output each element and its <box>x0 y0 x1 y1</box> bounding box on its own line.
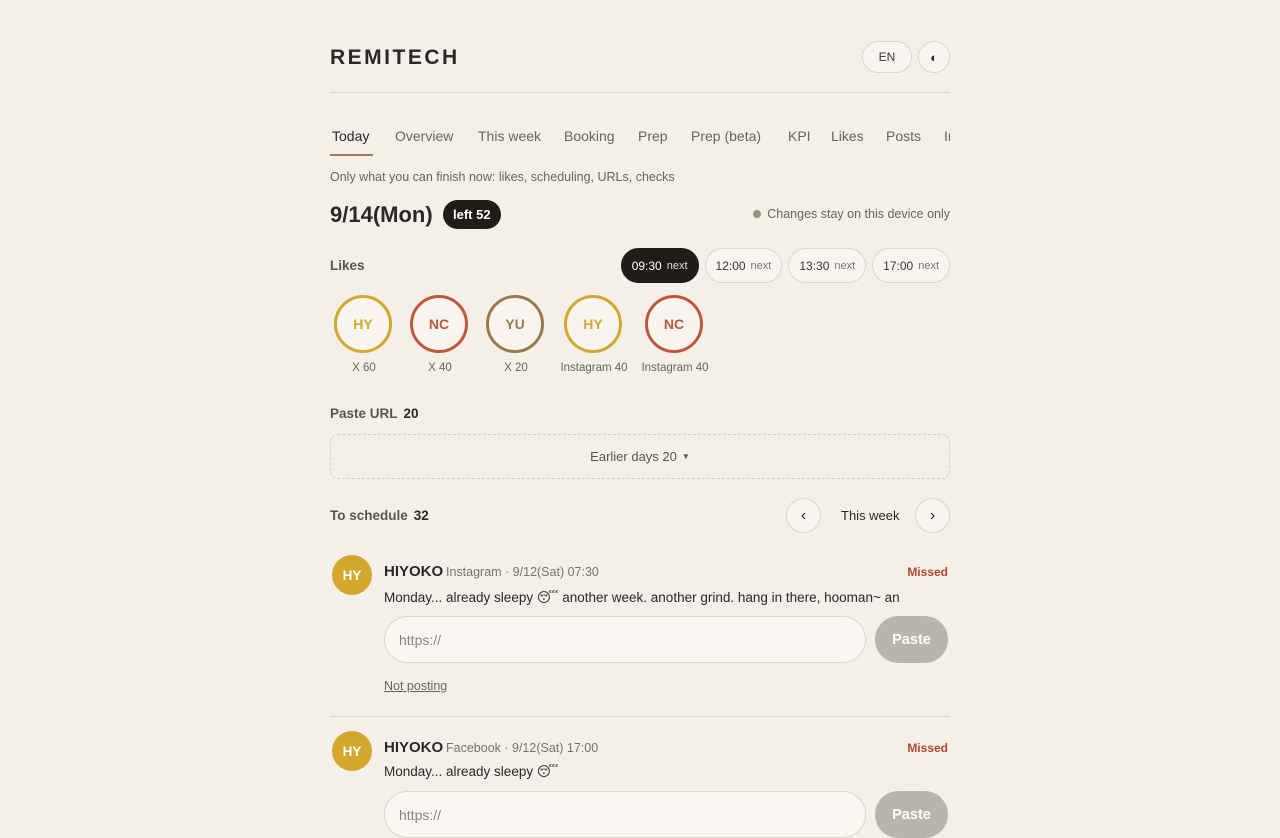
time-slot-tag: next <box>918 259 939 272</box>
post-meta: Instagram · 9/12(Sat) 07:30 <box>446 565 599 579</box>
tab-likes[interactable]: Likes <box>831 128 864 144</box>
paste-button[interactable]: Paste <box>875 791 948 838</box>
schedule-label: To schedule <box>330 508 408 523</box>
time-slot-tag: next <box>666 259 688 272</box>
device-note: Changes stay on this device only <box>753 207 950 221</box>
account-caption: X 20 <box>504 362 528 374</box>
chevron-left-icon: ‹ <box>800 506 807 524</box>
account-ring: HY <box>564 295 622 353</box>
prev-week-button[interactable]: ‹ <box>786 498 821 533</box>
account-ring: NC <box>410 295 468 353</box>
url-input[interactable] <box>384 791 866 838</box>
earlier-days-label: Earlier days 20 <box>590 449 677 464</box>
week-label: This week <box>841 508 900 523</box>
status-badge: Missed <box>907 741 948 755</box>
tab-overview[interactable]: Overview <box>395 128 453 144</box>
earlier-days-toggle[interactable]: Earlier days 20 ▼ <box>330 434 950 479</box>
tab-kpi[interactable]: KPI <box>788 128 811 144</box>
scheduled-post: HY HIYOKO Instagram · 9/12(Sat) 07:30 Mi… <box>330 555 950 715</box>
account-ring: HY <box>334 295 392 353</box>
account-like-nc-x[interactable]: NC X 40 <box>400 294 480 384</box>
divider <box>330 716 950 717</box>
account-caption: Instagram 40 <box>560 362 628 374</box>
paste-url-label: Paste URL <box>330 406 398 421</box>
account-ring: NC <box>645 295 703 353</box>
active-tab-indicator <box>330 154 373 156</box>
post-text: Monday... already sleepy 😴 another week.… <box>384 590 900 605</box>
account-like-hy-x[interactable]: HY X 60 <box>324 294 404 384</box>
schedule-count: 32 <box>413 508 429 523</box>
caret-down-icon: ▼ <box>681 452 690 461</box>
tab-posts[interactable]: Posts <box>886 128 921 144</box>
remaining-count-badge: left 52 <box>443 200 501 229</box>
paste-url-title: Paste URL 20 <box>330 406 419 421</box>
post-meta: Facebook · 9/12(Sat) 17:00 <box>446 741 599 755</box>
device-note-text: Changes stay on this device only <box>767 207 950 221</box>
time-slot-selector: 09:30 next 12:00 next 13:30 next 17:00 n… <box>620 248 950 283</box>
tab-booking[interactable]: Booking <box>564 128 615 144</box>
post-account-name: HIYOKO <box>384 563 444 580</box>
account-caption: X 60 <box>352 362 376 374</box>
time-slot-0930[interactable]: 09:30 next <box>620 248 699 283</box>
tab-prep-beta[interactable]: Prep (beta) <box>691 128 761 144</box>
account-like-yu-x[interactable]: YU X 20 <box>476 294 556 384</box>
tab-this-week[interactable]: This week <box>478 128 541 144</box>
url-input[interactable] <box>384 616 866 663</box>
time-slot-time: 13:30 <box>799 258 830 273</box>
tab-more[interactable]: In <box>944 128 950 144</box>
avatar: HY <box>332 555 372 595</box>
account-like-nc-instagram[interactable]: NC Instagram 40 <box>635 294 715 384</box>
time-slot-tag: next <box>834 259 856 272</box>
paste-url-count: 20 <box>403 406 419 421</box>
time-slot-1700[interactable]: 17:00 next <box>872 248 950 283</box>
page-subtitle: Only what you can finish now: likes, sch… <box>330 170 675 184</box>
account-initials: NC <box>428 316 450 332</box>
account-ring: YU <box>486 295 544 353</box>
paste-button[interactable]: Paste <box>875 616 948 663</box>
post-account-name: HIYOKO <box>384 739 444 756</box>
schedule-title: To schedule 32 <box>330 508 429 523</box>
likes-section-title: Likes <box>330 258 365 273</box>
post-text: Monday... already sleepy 😴 <box>384 764 559 779</box>
account-initials: NC <box>663 316 685 332</box>
time-slot-1200[interactable]: 12:00 next <box>704 248 783 283</box>
time-slot-1330[interactable]: 13:30 next <box>788 248 867 283</box>
scheduled-post: HY HIYOKO Facebook · 9/12(Sat) 17:00 Mis… <box>330 731 950 838</box>
account-initials: HY <box>583 316 603 332</box>
account-caption: X 40 <box>428 362 452 374</box>
tab-prep[interactable]: Prep <box>638 128 668 144</box>
account-initials: YU <box>505 316 525 332</box>
tab-bar: Today Overview This week Booking Prep Pr… <box>330 118 950 156</box>
account-like-hy-instagram[interactable]: HY Instagram 40 <box>554 294 634 384</box>
language-button[interactable]: EN <box>862 41 912 73</box>
brand-logo: REMITECH <box>330 46 460 69</box>
tab-today[interactable]: Today <box>332 128 369 144</box>
theme-toggle-button[interactable]: ◐ <box>918 41 950 73</box>
account-initials: HY <box>353 316 373 332</box>
next-week-button[interactable]: › <box>915 498 950 533</box>
status-badge: Missed <box>907 565 948 579</box>
app-header: REMITECH EN ◐ <box>330 40 950 93</box>
chevron-right-icon: › <box>929 506 936 524</box>
avatar: HY <box>332 731 372 771</box>
time-slot-time: 12:00 <box>715 258 746 273</box>
account-caption: Instagram 40 <box>641 362 709 374</box>
time-slot-time: 09:30 <box>631 258 662 273</box>
time-slot-tag: next <box>750 259 772 272</box>
today-date: 9/14(Mon) <box>330 202 433 227</box>
not-posting-link[interactable]: Not posting <box>384 679 447 693</box>
contrast-icon: ◐ <box>930 49 938 65</box>
time-slot-time: 17:00 <box>883 258 914 273</box>
status-dot-icon <box>753 210 762 218</box>
